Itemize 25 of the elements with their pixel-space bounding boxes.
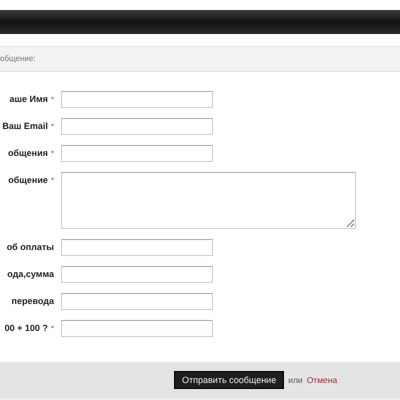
or-text: или xyxy=(288,375,303,386)
field-label: 00 + 100 ? xyxy=(4,323,48,334)
input-field[interactable] xyxy=(61,320,213,338)
input-field[interactable] xyxy=(61,239,213,256)
required-mark: * xyxy=(50,95,54,104)
input-field[interactable] xyxy=(61,266,213,284)
field-label: Ваш Email xyxy=(2,121,48,132)
input-field[interactable] xyxy=(61,118,213,136)
required-mark: * xyxy=(50,324,54,334)
field-label: общение xyxy=(8,175,48,186)
field-label: ода,сумма xyxy=(7,269,54,280)
required-mark: * xyxy=(50,176,54,186)
required-mark: * xyxy=(50,122,54,132)
field-label: аше Имя xyxy=(9,94,48,104)
field-label: перевода xyxy=(12,296,54,306)
submit-button[interactable]: Отправить сообщение xyxy=(174,371,284,390)
field-label: общения xyxy=(8,148,48,158)
input-field[interactable] xyxy=(61,91,213,108)
section-title: общение: xyxy=(0,54,36,64)
input-field[interactable] xyxy=(61,293,213,310)
required-mark: * xyxy=(50,149,54,158)
cancel-link[interactable]: Отмена xyxy=(306,375,338,386)
message-field[interactable] xyxy=(61,172,356,230)
field-label: об оплаты xyxy=(6,242,54,252)
input-field[interactable] xyxy=(61,145,213,162)
